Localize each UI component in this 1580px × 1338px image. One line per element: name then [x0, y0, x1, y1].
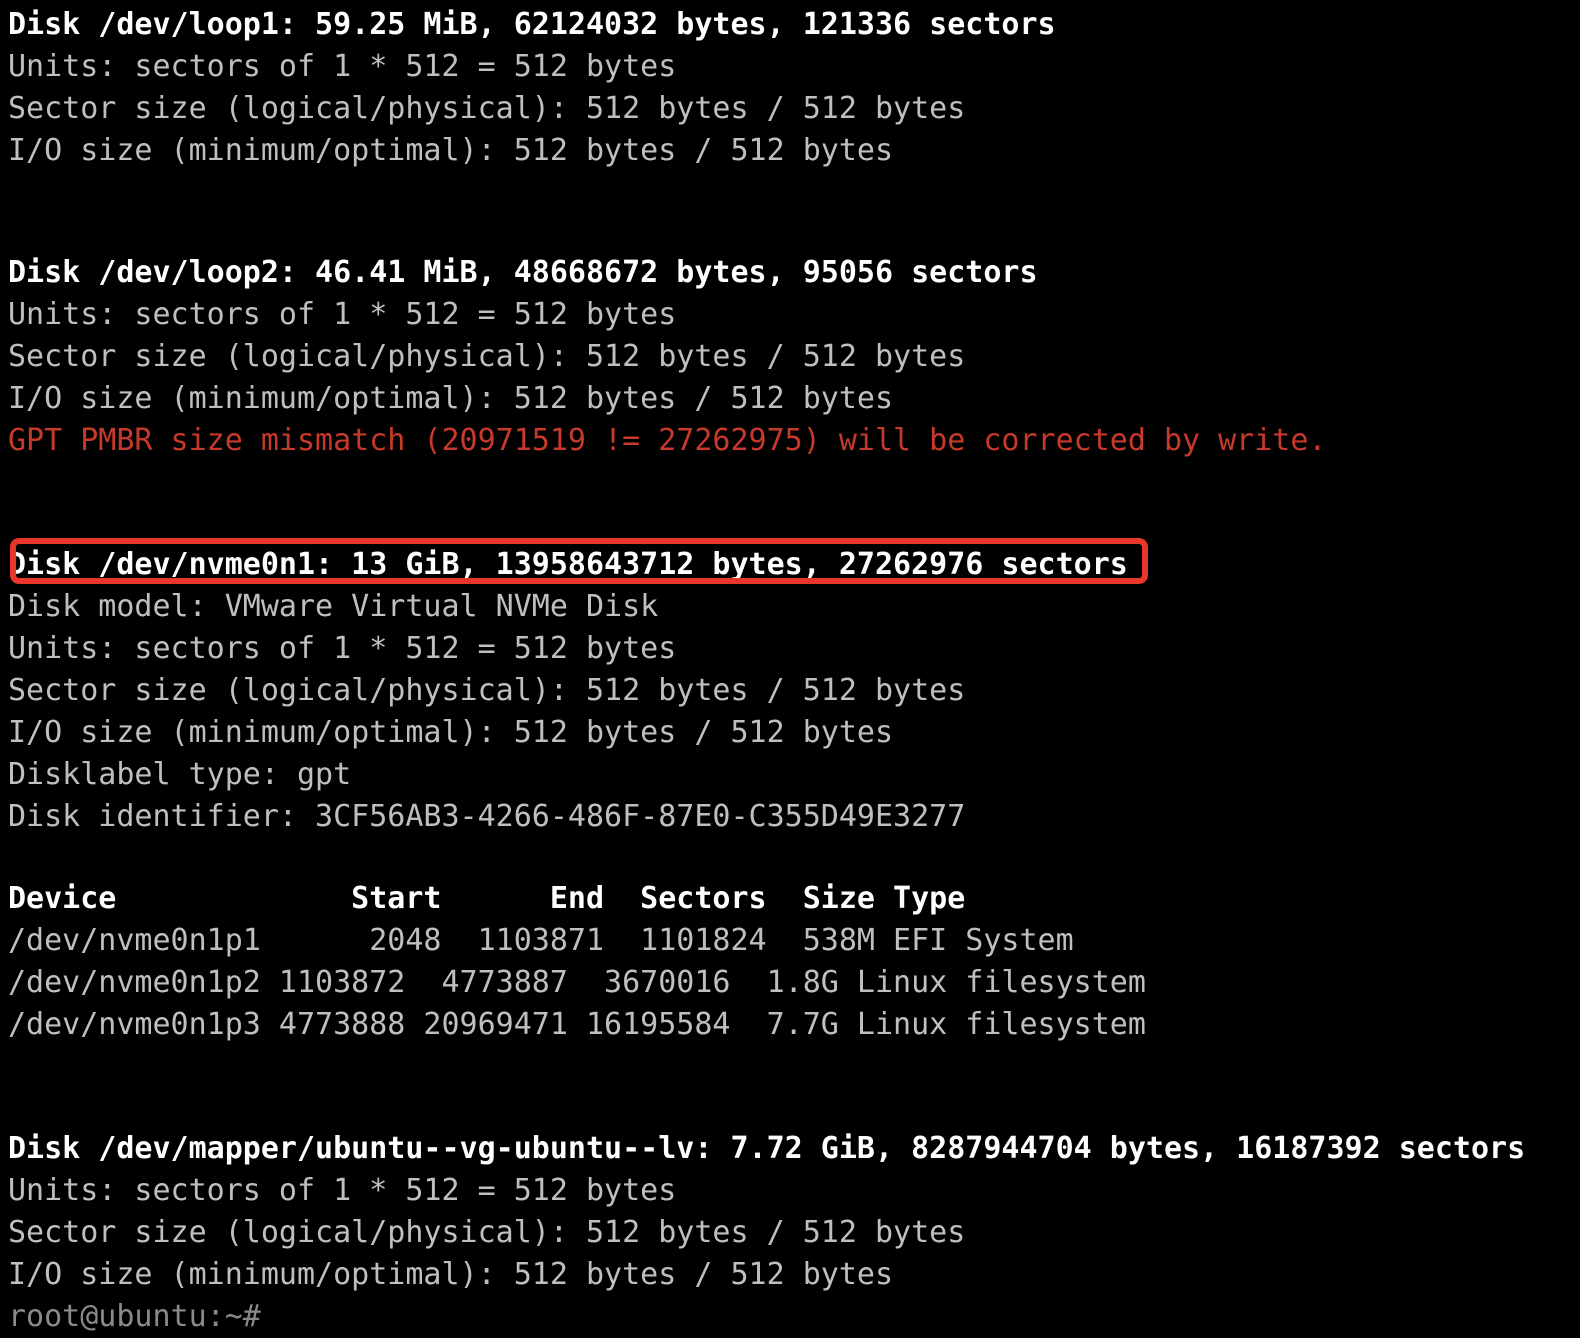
terminal-line-l30: Sector size (logical/physical): 512 byte… — [8, 1215, 966, 1250]
terminal-line-l14: Disk /dev/nvme0n1: 13 GiB, 13958643712 b… — [8, 547, 1128, 582]
terminal-line-l02: Units: sectors of 1 * 512 = 512 bytes — [8, 49, 677, 84]
terminal-line-l16: Units: sectors of 1 * 512 = 512 bytes — [8, 631, 677, 666]
terminal-line-l11: GPT PMBR size mismatch (20971519 != 2726… — [8, 423, 1327, 458]
terminal-line-l19: Disklabel type: gpt — [8, 757, 352, 792]
terminal-line-l25: /dev/nvme0n1p3 4773888 20969471 16195584… — [8, 1007, 1146, 1042]
terminal-line-l09: Sector size (logical/physical): 512 byte… — [8, 339, 966, 374]
terminal-line-l24: /dev/nvme0n1p2 1103872 4773887 3670016 1… — [8, 965, 1146, 1000]
terminal-line-l20: Disk identifier: 3CF56AB3-4266-486F-87E0… — [8, 799, 966, 834]
terminal-line-l18: I/O size (minimum/optimal): 512 bytes / … — [8, 715, 894, 750]
terminal-line-l22: Device Start End Sectors Size Type — [8, 881, 966, 916]
terminal-line-l04: I/O size (minimum/optimal): 512 bytes / … — [8, 133, 894, 168]
terminal-line-l10: I/O size (minimum/optimal): 512 bytes / … — [8, 381, 894, 416]
terminal-line-l07: Disk /dev/loop2: 46.41 MiB, 48668672 byt… — [8, 255, 1038, 290]
terminal-line-l31: I/O size (minimum/optimal): 512 bytes / … — [8, 1257, 894, 1292]
terminal-line-l17: Sector size (logical/physical): 512 byte… — [8, 673, 966, 708]
terminal-line-l28: Disk /dev/mapper/ubuntu--vg-ubuntu--lv: … — [8, 1131, 1526, 1166]
terminal-output[interactable]: Disk /dev/loop1: 59.25 MiB, 62124032 byt… — [0, 0, 1580, 1334]
terminal-line-l01: Disk /dev/loop1: 59.25 MiB, 62124032 byt… — [8, 7, 1056, 42]
terminal-line-l03: Sector size (logical/physical): 512 byte… — [8, 91, 966, 126]
terminal-line-l29: Units: sectors of 1 * 512 = 512 bytes — [8, 1173, 677, 1208]
terminal-line-l08: Units: sectors of 1 * 512 = 512 bytes — [8, 297, 677, 332]
terminal-line-l32: root@ubuntu:~# — [8, 1299, 261, 1334]
terminal-line-l23: /dev/nvme0n1p1 2048 1103871 1101824 538M… — [8, 923, 1074, 958]
terminal-line-l15: Disk model: VMware Virtual NVMe Disk — [8, 589, 659, 624]
